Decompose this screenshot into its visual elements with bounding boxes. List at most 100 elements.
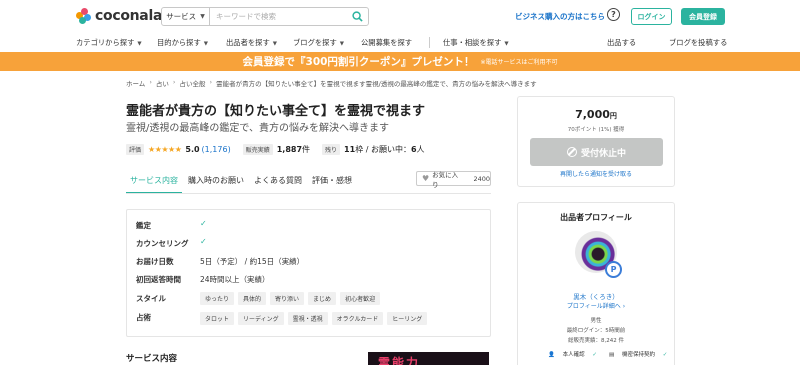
search-button[interactable] [346, 8, 368, 25]
nav-sell[interactable]: 出品する [607, 38, 636, 48]
chevron-right-icon: › [149, 78, 152, 86]
notify-on-resume-link[interactable]: 再開したら通知を受け取る [518, 169, 674, 178]
banner-main-text: 会員登録で『300円割引クーポン』プレゼント！ [242, 56, 475, 68]
coupon-banner[interactable]: 会員登録で『300円割引クーポン』プレゼント！ ※電話サービスはご利用不可 [0, 52, 800, 71]
nav-category[interactable]: カテゴリから探す ▼ [76, 38, 142, 48]
pro-badge-icon: P [605, 261, 622, 278]
requesting-unit: 人 [416, 144, 425, 154]
points-earned: 70ポイント (1%) 獲得 [567, 127, 625, 133]
method-chip: タロット [200, 312, 235, 325]
coconala-logo[interactable]: coconala [76, 7, 162, 25]
breadcrumb-fortune-all[interactable]: 占い全般 [180, 78, 206, 88]
nav-label: 目的から探す [157, 38, 201, 47]
logo-mark-icon [76, 8, 92, 24]
nav-blogs[interactable]: ブログを探す ▼ [293, 38, 344, 48]
nav-label: カテゴリから探す [76, 38, 135, 47]
profile-heading: 出品者プロフィール [560, 213, 632, 222]
breadcrumb: ホーム › 占い › 占い全般 › 霊能者が貴方の【知りたい事全て】を霊視で視ます霊視… [126, 78, 537, 88]
detail-label-method: 占術 [136, 313, 151, 322]
chevron-down-icon: ▼ [200, 13, 205, 20]
heart-icon: ♥ [422, 174, 430, 183]
nav-divider [429, 37, 430, 48]
nav-sellers[interactable]: 出品者を探す ▼ [226, 38, 277, 48]
thumbnail-text: 霊能力 [378, 356, 421, 365]
nav-purpose[interactable]: 目的から探す ▼ [157, 38, 208, 48]
service-thumbnail-image: 霊能力 [368, 352, 489, 365]
login-button[interactable]: ログイン [631, 8, 672, 25]
rating-count-link[interactable]: (1,176) [202, 145, 231, 154]
help-icon[interactable]: ? [607, 8, 620, 21]
first-reply-time: 24時間以上（実績） [200, 275, 270, 284]
check-icon: ✓ [592, 352, 597, 358]
chevron-down-icon: ▼ [339, 41, 345, 47]
delivery-days: 5日（予定） / 約15日（実績） [200, 257, 305, 266]
sales-count: 1,887件 [277, 144, 310, 155]
check-icon: ✓ [662, 352, 668, 358]
header: coconala サービス ▼ ビジネス購入の方はこちら ? ログイン 会員登録 [0, 0, 800, 32]
nda-label: 機密保持契約 [621, 352, 655, 358]
profile-detail-link[interactable]: プロフィール詳細へ › [518, 301, 674, 310]
style-chip: ゆったり [200, 292, 235, 305]
breadcrumb-fortune[interactable]: 占い [156, 78, 169, 88]
business-purchase-link[interactable]: ビジネス購入の方はこちら [515, 11, 605, 22]
tab-faq[interactable]: よくある質問 [250, 170, 306, 194]
style-chip: 具体的 [238, 292, 267, 305]
sales-value: 1,887 [276, 144, 303, 154]
tab-service-content[interactable]: サービス内容 [126, 170, 182, 194]
search-icon [351, 11, 363, 22]
method-chip: オラクルカード [331, 312, 384, 325]
check-icon: ✓ [200, 237, 207, 246]
nav-label: 出品者を探す [226, 38, 270, 47]
paused-label: 受付休止中 [580, 148, 626, 159]
detail-label-appraisal: 鑑定 [136, 221, 151, 230]
remain-value: 11 [344, 144, 356, 154]
style-chips: ゆったり 具体的 寄り添い まじめ 初心者歓迎 [200, 292, 384, 305]
favorite-button[interactable]: ♥ お気に入り 2400 [416, 170, 491, 189]
remain-unit: 枠 / お願い中： [355, 144, 411, 154]
remain-count: 11枠 / お願い中：6人 [344, 144, 425, 155]
sales-unit: 件 [302, 144, 311, 154]
identity-verified: 👤 本人確認 ✓ [548, 350, 603, 358]
chevron-down-icon: ▼ [272, 41, 278, 47]
nav-label: ブログを探す [293, 38, 337, 47]
tab-reviews[interactable]: 評価・感想 [308, 170, 356, 194]
nav-public-requests[interactable]: 公開募集を探す [361, 38, 412, 48]
seller-gender: 男性 [590, 318, 602, 324]
rating-tag: 評価 [126, 143, 145, 155]
search-category-label: サービス [166, 12, 197, 21]
method-chips: タロット リーディング 霊視・透視 オラクルカード ヒーリング [200, 312, 431, 325]
detail-label-first-reply: 初回返答時間 [136, 275, 181, 284]
tab-purchase-requests[interactable]: 購入時のお願い [184, 170, 248, 194]
last-login: 最終ログイン：5時間前 [566, 328, 626, 334]
seller-name-link[interactable]: 黒木（くろき） [518, 291, 674, 301]
chevron-down-icon: ▼ [203, 41, 209, 47]
method-chip: 霊視・透視 [287, 312, 328, 325]
service-content-heading: サービス内容 [126, 354, 178, 364]
nav-label: 仕事・相談を探す [443, 38, 502, 47]
nav-label: 公開募集を探す [361, 38, 413, 47]
chevron-right-icon: › [209, 78, 213, 86]
service-tabs: サービス内容 購入時のお願い よくある質問 評価・感想 [126, 170, 358, 194]
star-rating-icon: ★★★★★ [148, 144, 182, 154]
nav-jobs[interactable]: 仕事・相談を探す ▼ [443, 38, 509, 48]
accepting-paused-button: 受付休止中 [530, 138, 663, 166]
check-icon: ✓ [200, 219, 207, 228]
method-chip: ヒーリング [387, 312, 428, 325]
search-category-select[interactable]: サービス ▼ [162, 8, 210, 25]
search-bar: サービス ▼ [161, 7, 369, 26]
price-value: 7,000 [575, 108, 610, 121]
seller-profile-card: 出品者プロフィール P 黒木（くろき） プロフィール詳細へ › 男性 最終ログイ… [517, 202, 675, 365]
favorite-label: お気に入り [432, 170, 459, 189]
detail-label-delivery: お届け日数 [136, 257, 174, 266]
favorite-count: 2400 [473, 174, 490, 183]
service-detail-table: 鑑定 ✓ カウンセリング ✓ お届け日数 5日（予定） / 約15日（実績） 初… [126, 209, 491, 337]
total-sales: 総販売実績：8,242 件 [568, 338, 624, 344]
breadcrumb-home[interactable]: ホーム [126, 78, 145, 88]
nav-post-blog[interactable]: ブログを投稿する [669, 38, 727, 48]
search-input[interactable] [210, 12, 346, 21]
service-price: 7,000円 [518, 108, 674, 121]
style-chip: 初心者歓迎 [340, 292, 381, 305]
price-card: 7,000円 70ポイント (1%) 獲得 受付休止中 再開したら通知を受け取る [517, 96, 675, 187]
signup-button[interactable]: 会員登録 [681, 8, 725, 25]
global-nav: カテゴリから探す ▼ 目的から探す ▼ 出品者を探す ▼ ブログを探す ▼ 公開募集を探… [0, 32, 800, 52]
